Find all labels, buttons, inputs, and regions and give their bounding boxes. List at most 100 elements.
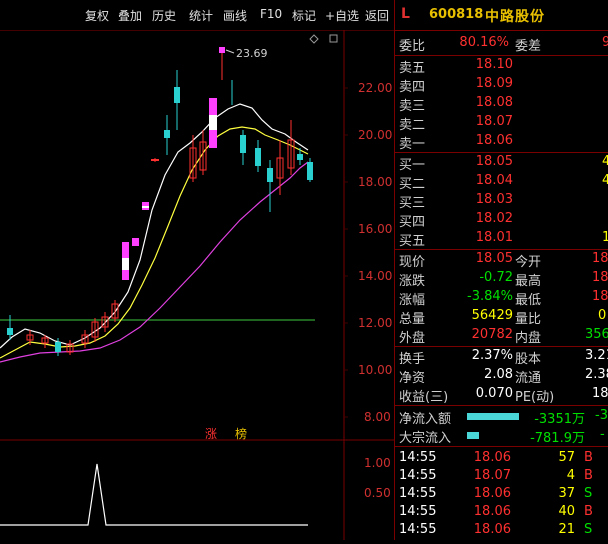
bid-label: 买四 bbox=[399, 215, 426, 230]
tick-row: 14:55 18.06 37 S bbox=[395, 485, 608, 504]
toolbar-fuquan-button[interactable]: 复权 bbox=[85, 7, 109, 24]
toolbar-overlay-button[interactable]: 叠加 bbox=[118, 7, 142, 24]
price-tick: 20.00 bbox=[358, 128, 392, 142]
toolbar-draw-button[interactable]: 画线 bbox=[223, 7, 247, 24]
flow-label: 大宗流入 bbox=[399, 431, 452, 446]
fundamental-label: 收益(三) bbox=[399, 390, 449, 405]
ask-row[interactable]: 卖四 18.09 bbox=[395, 75, 608, 95]
bid-row[interactable]: 买四 18.02 bbox=[395, 210, 608, 230]
order-ratio-value: 80.16% bbox=[459, 35, 509, 50]
layout-square-icon[interactable] bbox=[329, 34, 338, 43]
bid-volume: 4 bbox=[602, 173, 608, 188]
quote-label: 内盘 bbox=[515, 331, 542, 346]
toolbar-back-button[interactable]: 返回 bbox=[365, 7, 389, 24]
tick-price: 18.06 bbox=[473, 504, 511, 519]
candle-down bbox=[174, 70, 180, 130]
ask-price: 18.10 bbox=[475, 57, 513, 72]
kline-chart[interactable]: 22.00 20.00 18.00 16.00 14.00 12.00 10.0… bbox=[0, 30, 394, 540]
tick-volume: 4 bbox=[566, 468, 575, 483]
price-tick: 8.00 bbox=[364, 410, 391, 424]
ma20-line bbox=[0, 161, 309, 363]
quote-value: 18 bbox=[592, 251, 608, 266]
candle-down bbox=[255, 140, 261, 172]
tick-row: 14:55 18.07 4 B bbox=[395, 467, 608, 486]
quote-value: 56429 bbox=[471, 308, 513, 323]
limitup-marker: 涨 bbox=[205, 426, 217, 441]
tick-side: S bbox=[584, 486, 593, 501]
fundamental-value: 0.070 bbox=[475, 386, 513, 401]
quote-row: 总量 56429 量比 0 bbox=[395, 307, 608, 327]
candle-down bbox=[307, 158, 313, 182]
indicator-axis: 1.00 0.50 bbox=[364, 456, 391, 500]
layout-diamond-icon[interactable] bbox=[309, 34, 319, 44]
toolbar-f10-button[interactable]: F10 bbox=[260, 7, 282, 21]
bid-row[interactable]: 买五 18.01 1 bbox=[395, 229, 608, 249]
ask-row[interactable]: 卖三 18.08 bbox=[395, 94, 608, 114]
tick-volume: 37 bbox=[558, 486, 575, 501]
toolbar-history-button[interactable]: 历史 bbox=[152, 7, 176, 24]
ask-price: 18.06 bbox=[475, 133, 513, 148]
tick-price: 18.06 bbox=[473, 486, 511, 501]
ask-label: 卖二 bbox=[399, 118, 426, 133]
tick-time: 14:55 bbox=[399, 486, 437, 501]
tick-price: 18.06 bbox=[473, 522, 511, 537]
order-diff-label: 委差 bbox=[515, 39, 542, 54]
bid-price: 18.01 bbox=[475, 230, 513, 245]
candle-up bbox=[101, 312, 109, 332]
rank-marker: 榜 bbox=[235, 426, 247, 441]
ask-row[interactable]: 卖一 18.06 bbox=[395, 132, 608, 152]
tick-row: 14:55 18.06 40 B bbox=[395, 503, 608, 522]
ask-row[interactable]: 卖二 18.07 bbox=[395, 113, 608, 133]
stock-code: 600818 bbox=[429, 7, 484, 22]
flow-value: -781.9万 bbox=[530, 431, 585, 446]
bid-volume: 1 bbox=[602, 230, 608, 245]
price-tick: 16.00 bbox=[358, 222, 392, 236]
quote-panel: L 600818 中路股份 委比 80.16% 委差 9 卖五 18.10 卖四… bbox=[394, 0, 608, 540]
candle-down bbox=[240, 130, 246, 165]
kline-svg: 22.00 20.00 18.00 16.00 14.00 12.00 10.0… bbox=[0, 30, 394, 540]
quote-label: 最低 bbox=[515, 293, 542, 308]
fundamental-label: 股本 bbox=[515, 352, 542, 367]
candle-limitup bbox=[209, 98, 217, 148]
price-tick: 22.00 bbox=[358, 81, 392, 95]
fundamental-value: 2.08 bbox=[484, 367, 513, 382]
order-diff-value: 9 bbox=[602, 35, 608, 50]
flow-label: 净流入额 bbox=[399, 412, 452, 427]
quote-value: 18.05 bbox=[475, 251, 513, 266]
tick-row: 14:55 18.06 21 S bbox=[395, 521, 608, 540]
candle-limitup bbox=[132, 238, 139, 246]
candle-limitup bbox=[122, 242, 129, 280]
quote-label: 量比 bbox=[515, 312, 542, 327]
ask-price: 18.09 bbox=[475, 76, 513, 91]
bid-price: 18.03 bbox=[475, 192, 513, 207]
toolbar-add-watchlist-button[interactable]: +自选 bbox=[325, 7, 359, 24]
fundamental-row: 净资 2.08 流通 2.38 bbox=[395, 366, 608, 386]
quote-label: 现价 bbox=[399, 255, 426, 270]
quote-value: 20782 bbox=[471, 327, 513, 342]
fundamental-label: 净资 bbox=[399, 371, 426, 386]
order-ratio-label: 委比 bbox=[399, 39, 426, 54]
ma10-line bbox=[0, 126, 309, 359]
quote-label: 最高 bbox=[515, 274, 542, 289]
indicator-tick: 1.00 bbox=[364, 456, 391, 470]
ask-row[interactable]: 卖五 18.10 bbox=[395, 56, 608, 76]
bid-row[interactable]: 买一 18.05 4 bbox=[395, 153, 608, 173]
price-tick: 10.00 bbox=[358, 363, 392, 377]
fundamental-value: 2.37% bbox=[471, 348, 513, 363]
toolbar-mark-button[interactable]: 标记 bbox=[292, 7, 316, 24]
quote-label: 外盘 bbox=[399, 331, 426, 346]
toolbar-stats-button[interactable]: 统计 bbox=[189, 7, 213, 24]
tick-volume: 40 bbox=[558, 504, 575, 519]
bid-label: 买五 bbox=[399, 234, 426, 249]
bid-row[interactable]: 买三 18.03 bbox=[395, 191, 608, 211]
fundamental-value: 18 bbox=[592, 386, 608, 401]
candle-up bbox=[111, 300, 119, 322]
candle-down bbox=[267, 160, 273, 212]
price-tick: 12.00 bbox=[358, 316, 392, 330]
bid-row[interactable]: 买二 18.04 4 bbox=[395, 172, 608, 192]
fundamental-row: 收益(三) 0.070 PE(动) 18 bbox=[395, 385, 608, 405]
fundamental-value: 2.38 bbox=[585, 367, 608, 382]
quote-label: 涨幅 bbox=[399, 293, 426, 308]
tick-side: B bbox=[584, 504, 593, 519]
candle-up bbox=[151, 158, 159, 162]
